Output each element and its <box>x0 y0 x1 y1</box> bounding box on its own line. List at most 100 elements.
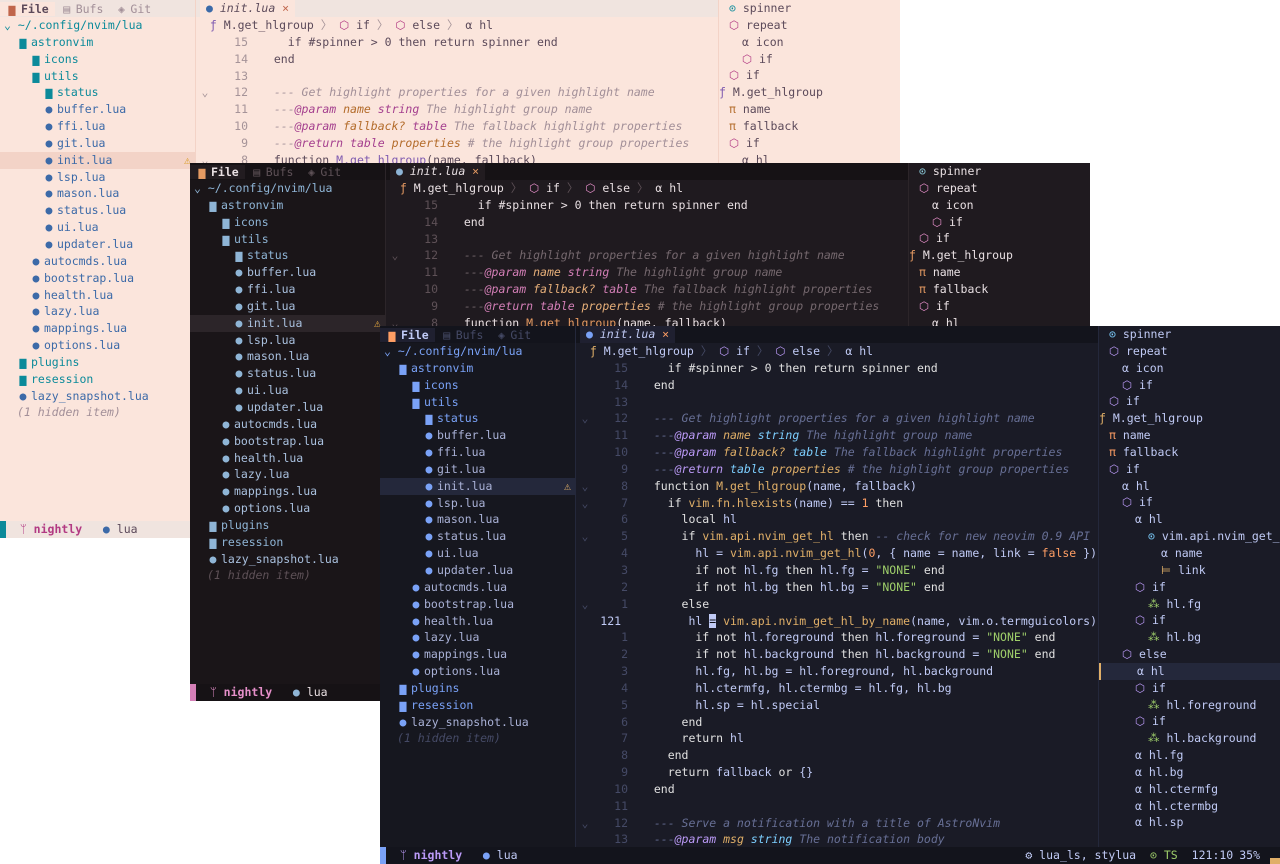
outline-item[interactable]: ⁂ hl.background <box>1099 730 1280 747</box>
tree-file[interactable]: ● lazy_snapshot.lua <box>0 388 195 405</box>
fold-indicator[interactable]: ⌄ <box>576 495 594 512</box>
code-line[interactable]: 11 ---@param name string The highlight g… <box>576 427 1097 444</box>
tree-file[interactable]: ● mappings.lua <box>0 320 195 337</box>
outline-item[interactable]: α hl <box>1099 478 1280 495</box>
code-line[interactable]: 13 <box>196 68 717 85</box>
fold-indicator[interactable]: ⌄ <box>386 247 404 264</box>
code-line[interactable]: ⌄ 12 --- Serve a notification with a titl… <box>576 815 1097 832</box>
code-line[interactable]: 6 local hl <box>576 511 1097 528</box>
outline-item[interactable]: ⊙ vim.api.nvim_get_hl <box>1099 528 1280 545</box>
tree-file[interactable]: ● autocmds.lua <box>0 253 195 270</box>
tree-folder[interactable]: ▆ plugins <box>190 517 385 534</box>
outline-item[interactable]: ⬡ if <box>909 230 1090 247</box>
tree-file[interactable]: ● mason.lua <box>190 348 385 365</box>
code-line[interactable]: 3 if not hl.fg then hl.fg = "NONE" end <box>576 562 1097 579</box>
tree-folder[interactable]: ▆ icons <box>380 377 575 394</box>
outline-item[interactable]: ⬡ if <box>719 135 900 152</box>
outline-item[interactable]: ⬡ if <box>1099 579 1280 596</box>
outline-item[interactable]: ƒ M.get_hlgroup <box>909 247 1090 264</box>
tree-file[interactable]: ● options.lua <box>190 500 385 517</box>
tab-file[interactable]: ▆ File <box>190 164 245 179</box>
tree-file[interactable]: ● lsp.lua <box>0 169 195 186</box>
outline-item[interactable]: α icon <box>719 34 900 51</box>
outline-item[interactable]: ƒ M.get_hlgroup <box>719 84 900 101</box>
tree-root[interactable]: ⌄ ~/.config/nvim/lua <box>190 180 385 197</box>
tree-folder[interactable]: ▆ astronvim <box>190 197 385 214</box>
tab-git[interactable]: ◈ Git <box>299 165 347 179</box>
outline-item[interactable]: ⬡ if <box>909 298 1090 315</box>
tree-file[interactable]: ● health.lua <box>0 287 195 304</box>
tree-folder[interactable]: ▆ status <box>190 247 385 264</box>
code-line[interactable]: 8 end <box>576 747 1097 764</box>
outline-item[interactable]: ⊙ spinner <box>909 163 1090 180</box>
code-line[interactable]: 10 end <box>576 781 1097 798</box>
code-line[interactable]: 14 end <box>576 377 1097 394</box>
outline-item[interactable]: ⬡ else <box>1099 646 1280 663</box>
breadcrumb-item[interactable]: hl <box>859 344 873 358</box>
fold-indicator[interactable]: ⌄ <box>576 815 594 832</box>
code-line[interactable]: 9 ---@return table properties # the high… <box>576 461 1097 478</box>
outline-item[interactable]: ⬡ if <box>719 51 900 68</box>
tree-file[interactable]: ● init.lua ⚠ <box>190 314 385 332</box>
tree-file[interactable]: ● ffi.lua <box>380 444 575 461</box>
tree-file[interactable]: ● autocmds.lua <box>190 416 385 433</box>
code-line[interactable]: 10 ---@param fallback? table The fallbac… <box>576 444 1097 461</box>
breadcrumb-item[interactable]: M.get_hlgroup <box>414 181 504 195</box>
breadcrumb-item[interactable]: else <box>602 181 630 195</box>
tree-folder[interactable]: ▆ status <box>0 84 195 101</box>
breadcrumb-item[interactable]: else <box>412 18 440 32</box>
code-line[interactable]: 5 hl.sp = hl.special <box>576 697 1097 714</box>
tree-file[interactable]: ● status.lua <box>190 365 385 382</box>
tab-bufs[interactable]: ▤ Bufs <box>245 165 300 179</box>
buffer-tab[interactable]: ● init.lua × <box>580 326 676 343</box>
code-line[interactable]: 10 ---@param fallback? table The fallbac… <box>386 281 907 298</box>
outline-item[interactable]: ⬡ if <box>1099 494 1280 511</box>
fold-indicator[interactable]: ⌄ <box>576 478 594 495</box>
tree-file[interactable]: ● options.lua <box>380 663 575 680</box>
tree-file[interactable]: ● mason.lua <box>380 511 575 528</box>
tree-file[interactable]: ● mappings.lua <box>380 646 575 663</box>
tree-file[interactable]: ● init.lua ⚠ <box>0 151 195 169</box>
tree-file[interactable]: ● lazy_snapshot.lua <box>380 714 575 731</box>
outline-item[interactable]: ⬡ if <box>1099 393 1280 410</box>
code-line[interactable]: 3 hl.fg, hl.bg = hl.foreground, hl.backg… <box>576 663 1097 680</box>
outline-item[interactable]: α icon <box>1099 360 1280 377</box>
tree-file[interactable]: ● updater.lua <box>0 236 195 253</box>
tab-bufs[interactable]: ▤ Bufs <box>55 2 110 16</box>
breadcrumb-item[interactable]: M.get_hlgroup <box>604 344 694 358</box>
code-line[interactable]: 4 hl = vim.api.nvim_get_hl(0, { name = n… <box>576 545 1097 562</box>
close-icon[interactable]: × <box>655 327 669 341</box>
outline-item[interactable]: π name <box>909 264 1090 281</box>
outline-item[interactable]: ⬡ repeat <box>909 180 1090 197</box>
outline-item[interactable]: ⬡ if <box>1099 377 1280 394</box>
breadcrumb-item[interactable]: else <box>792 344 820 358</box>
tab-git[interactable]: ◈ Git <box>489 328 537 342</box>
code-line[interactable]: 6 end <box>576 714 1097 731</box>
tree-file[interactable]: ● ui.lua <box>190 382 385 399</box>
tree-file[interactable]: ● ffi.lua <box>190 281 385 298</box>
code-line[interactable]: ⌄ 7 if vim.fn.hlexists(name) == 1 then <box>576 495 1097 512</box>
code-line[interactable]: 13 <box>386 231 907 248</box>
tree-file[interactable]: ● lazy_snapshot.lua <box>190 551 385 568</box>
tab-file[interactable]: ▆ File <box>380 327 435 342</box>
outline-item[interactable]: ⬡ repeat <box>719 17 900 34</box>
tree-file[interactable]: ● bootstrap.lua <box>190 433 385 450</box>
tree-folder[interactable]: ▆ utils <box>190 231 385 248</box>
breadcrumb-item[interactable]: M.get_hlgroup <box>224 18 314 32</box>
tree-folder[interactable]: ▆ plugins <box>0 354 195 371</box>
tree-folder[interactable]: ▆ resession <box>380 697 575 714</box>
tree-folder[interactable]: ▆ astronvim <box>0 34 195 51</box>
code-line[interactable]: 14 end <box>386 214 907 231</box>
code-line[interactable]: 7 return hl <box>576 730 1097 747</box>
tree-file[interactable]: ● lazy.lua <box>380 629 575 646</box>
tree-file[interactable]: ● buffer.lua <box>380 427 575 444</box>
outline-item[interactable]: ⬡ if <box>719 67 900 84</box>
tree-folder[interactable]: ▆ resession <box>190 534 385 551</box>
tree-file[interactable]: ● bootstrap.lua <box>380 596 575 613</box>
tree-file[interactable]: ● init.lua ⚠ <box>380 477 575 495</box>
code-line[interactable]: 1 if not hl.foreground then hl.foregroun… <box>576 629 1097 646</box>
tree-root[interactable]: ⌄ ~/.config/nvim/lua <box>380 343 575 360</box>
tree-file[interactable]: ● updater.lua <box>380 562 575 579</box>
outline-item[interactable]: ⁂ hl.foreground <box>1099 697 1280 714</box>
code-line[interactable]: 121 hl = vim.api.nvim_get_hl_by_name(nam… <box>576 613 1097 630</box>
